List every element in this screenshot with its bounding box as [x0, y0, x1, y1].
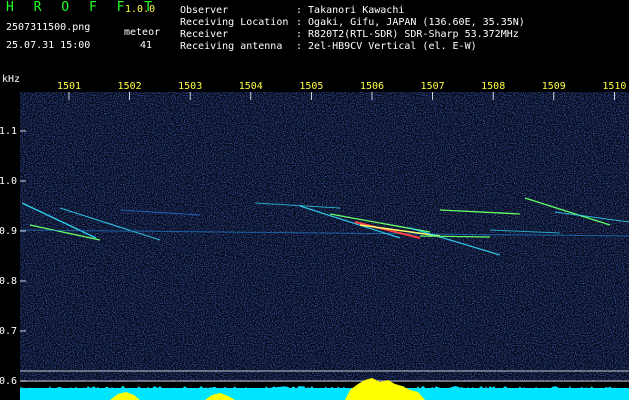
- time-tick-label: 1504: [239, 81, 263, 92]
- meteor-label: meteor: [124, 27, 161, 38]
- spectrogram-noise: [20, 92, 629, 382]
- freq-tick-label: 0.7: [0, 326, 17, 337]
- file-datetime: 25.07.31 15:00: [6, 40, 91, 51]
- freq-tick-label: 1.0: [0, 176, 17, 187]
- time-tick-label: 1507: [421, 81, 445, 92]
- hrofft-window: 1501 1502 1503 1504 1505 1506 1507 1508 1509 1510…: [0, 0, 629, 400]
- time-tick-label: 1508: [481, 81, 505, 92]
- spectrogram: 1501 1502 1503 1504 1505 1506 1507 1508 1509 1510…: [0, 81, 629, 400]
- freq-tick-label: 0.6: [0, 376, 17, 387]
- meteor-count: 41: [140, 40, 153, 51]
- info-key-receiver: Receiver: [180, 29, 229, 40]
- unit-label: kHz: [2, 74, 21, 85]
- time-tick-label: 1505: [299, 81, 323, 92]
- time-tick-label: 1503: [178, 81, 202, 92]
- freq-tick-label: 0.9: [0, 226, 17, 237]
- freq-tick-label: 1.1: [0, 126, 17, 137]
- info-key-observer: Observer: [180, 5, 229, 16]
- freq-tick-label: 0.8: [0, 276, 17, 287]
- info-value-receiver: : R820T2(RTL-SDR) SDR-Sharp 53.372MHz: [296, 29, 519, 40]
- info-value-antenna: : 2el-HB9CV Vertical (el. E-W): [296, 41, 477, 52]
- info-key-location: Receiving Location: [180, 17, 289, 28]
- time-tick-label: 1502: [118, 81, 142, 92]
- info-key-antenna: Receiving antenna: [180, 41, 283, 52]
- time-tick-label: 1506: [360, 81, 384, 92]
- time-tick-label: 1510: [602, 81, 626, 92]
- info-value-location: : Ogaki, Gifu, JAPAN (136.60E, 35.35N): [296, 17, 525, 28]
- file-name: 2507311500.png: [6, 22, 91, 33]
- info-value-observer: : Takanori Kawachi: [296, 5, 405, 16]
- time-tick-label: 1501: [57, 81, 81, 92]
- app-version: 1.0.0: [125, 4, 156, 15]
- time-tick-label: 1509: [542, 81, 566, 92]
